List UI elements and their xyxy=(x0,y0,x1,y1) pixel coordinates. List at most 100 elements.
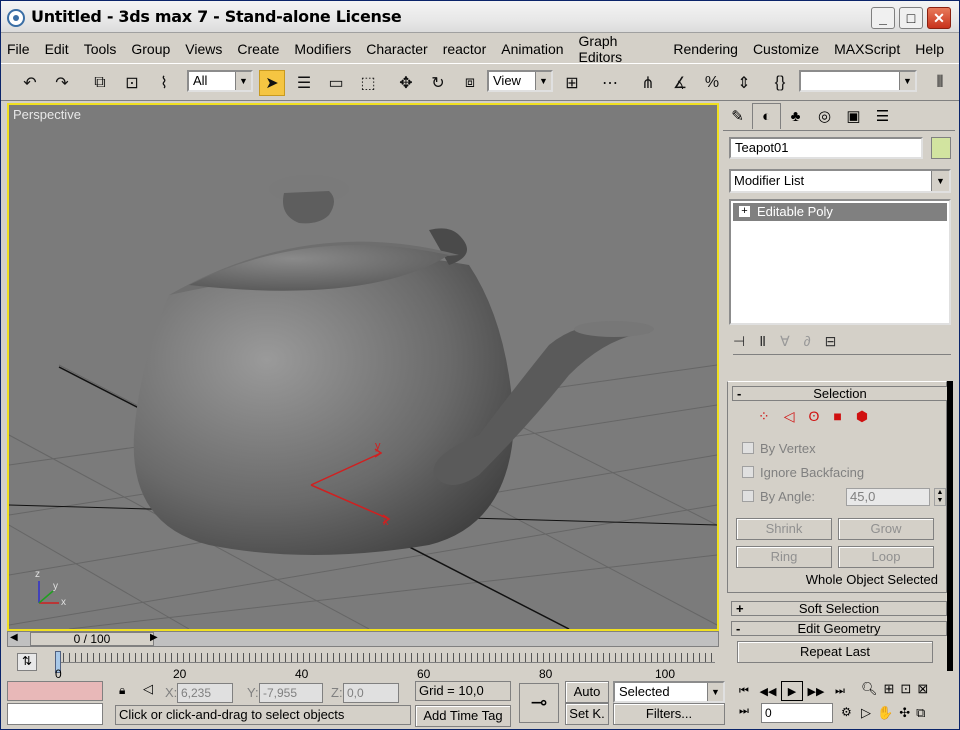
go-to-start-icon[interactable]: ⏮ xyxy=(733,681,755,701)
menu-tools[interactable]: Tools xyxy=(84,41,117,57)
by-angle-checkbox[interactable]: By Angle: 45,0 ▲ ▼ xyxy=(742,488,948,506)
edit-named-selections-icon[interactable]: {} xyxy=(767,70,793,96)
unlink-selection-icon[interactable]: ⊡ xyxy=(119,70,145,96)
selection-lock-icon[interactable]: 🔒︎ xyxy=(119,683,125,698)
snaps-toggle-icon[interactable]: ⋔ xyxy=(635,70,661,96)
select-object-icon[interactable]: ➤ xyxy=(259,70,285,96)
spinner-snap-icon[interactable]: ⇕ xyxy=(731,70,757,96)
select-by-name-icon[interactable]: ☰ xyxy=(291,70,317,96)
zoom-icon[interactable]: 🔍︎ xyxy=(861,681,878,697)
make-unique-icon[interactable]: ∀ xyxy=(780,333,790,354)
grow-button[interactable]: Grow xyxy=(838,518,934,540)
utilities-tab-icon[interactable]: ☰ xyxy=(868,103,897,129)
perspective-viewport[interactable]: y x z x y Perspective xyxy=(7,103,719,631)
pan-icon[interactable]: ✋ xyxy=(877,705,893,721)
z-coord-field[interactable]: 0,0 xyxy=(343,683,399,703)
vertex-mode-icon[interactable]: ⁘ xyxy=(758,408,770,425)
menu-animation[interactable]: Animation xyxy=(501,41,563,57)
time-slider-left-icon[interactable]: ◀ xyxy=(10,632,18,643)
select-and-rotate-icon[interactable]: ↻ xyxy=(425,70,451,96)
named-selection-sets-dropdown[interactable]: ▼ xyxy=(799,70,917,92)
undo-icon[interactable]: ↶ xyxy=(17,70,43,96)
key-filters-button[interactable]: Filters... xyxy=(613,703,725,725)
ignore-backfacing-checkbox[interactable]: Ignore Backfacing xyxy=(742,464,864,480)
maximize-viewport-icon[interactable]: ⧉ xyxy=(916,705,925,721)
polygon-mode-icon[interactable]: ■ xyxy=(833,408,841,425)
remove-modifier-icon[interactable]: ∂ xyxy=(804,333,811,354)
soft-selection-rollout-header[interactable]: + Soft Selection xyxy=(731,601,947,616)
zoom-extents-icon[interactable]: ⊡ xyxy=(900,681,911,697)
loop-button[interactable]: Loop xyxy=(838,546,934,568)
go-to-end-icon[interactable]: ⏭ xyxy=(829,681,851,701)
modifier-list-dropdown[interactable]: Modifier List ▼ xyxy=(729,169,951,193)
zoom-extents-all-icon[interactable]: ⊠ xyxy=(917,681,928,697)
select-and-move-icon[interactable]: ✥ xyxy=(393,70,419,96)
set-key-button[interactable]: Set K. xyxy=(565,703,609,725)
menu-graph-editors[interactable]: Graph Editors xyxy=(579,33,659,65)
object-name-field[interactable]: Teapot01 xyxy=(729,137,923,159)
minimize-button[interactable]: _ xyxy=(871,7,895,29)
stack-item-editable-poly[interactable]: Editable Poly xyxy=(733,203,947,221)
border-mode-icon[interactable]: ʘ xyxy=(809,408,820,425)
select-and-link-icon[interactable]: ⧉ xyxy=(87,70,113,96)
command-panel-scrollbar[interactable] xyxy=(947,381,953,671)
reference-coordinate-dropdown[interactable]: View ▼ xyxy=(487,70,553,92)
maxscript-listener-mini[interactable] xyxy=(7,681,103,701)
menu-reactor[interactable]: reactor xyxy=(443,41,487,57)
show-end-result-icon[interactable]: Ⅱ xyxy=(759,333,766,354)
ring-button[interactable]: Ring xyxy=(736,546,832,568)
close-button[interactable]: ✕ xyxy=(927,7,951,29)
repeat-last-button[interactable]: Repeat Last xyxy=(737,641,933,663)
object-color-swatch[interactable] xyxy=(931,137,951,159)
menu-views[interactable]: Views xyxy=(185,41,222,57)
percent-snap-icon[interactable]: % xyxy=(699,70,725,96)
element-mode-icon[interactable]: ⬢ xyxy=(856,408,868,425)
menu-file[interactable]: File xyxy=(7,41,30,57)
app-icon[interactable] xyxy=(7,9,25,27)
window-crossing-icon[interactable]: ⬚ xyxy=(355,70,381,96)
create-tab-icon[interactable]: ✎ xyxy=(723,103,752,129)
spinner-arrows-icon[interactable]: ▲ ▼ xyxy=(934,488,946,506)
menu-customize[interactable]: Customize xyxy=(753,41,819,57)
open-mini-curve-editor-icon[interactable]: ⇅ xyxy=(17,653,37,671)
add-time-tag-button[interactable]: Add Time Tag xyxy=(415,705,511,727)
menu-character[interactable]: Character xyxy=(366,41,427,57)
edit-geometry-rollout-header[interactable]: - Edit Geometry xyxy=(731,621,947,636)
key-filter-dropdown[interactable]: Selected ▼ xyxy=(613,681,725,703)
mirror-icon[interactable]: ⫴ xyxy=(927,70,953,96)
time-slider-right-icon[interactable]: ▶ xyxy=(150,632,158,643)
maxscript-input-mini[interactable] xyxy=(7,703,103,725)
previous-frame-icon[interactable]: ◀︎◀︎ xyxy=(757,681,779,701)
pin-stack-icon[interactable]: ⊣ xyxy=(733,333,745,354)
zoom-all-icon[interactable]: ⊞ xyxy=(884,681,895,697)
shrink-button[interactable]: Shrink xyxy=(736,518,832,540)
menu-rendering[interactable]: Rendering xyxy=(673,41,738,57)
x-coord-field[interactable]: 6,235 xyxy=(177,683,233,703)
pivot-center-icon[interactable]: ⊞ xyxy=(559,70,585,96)
menu-help[interactable]: Help xyxy=(915,41,944,57)
teapot-body[interactable] xyxy=(133,255,514,555)
menu-modifiers[interactable]: Modifiers xyxy=(294,41,351,57)
viewport-label[interactable]: Perspective xyxy=(13,107,81,122)
y-coord-field[interactable]: -7,955 xyxy=(259,683,323,703)
configure-modifier-sets-icon[interactable]: ⊟ xyxy=(825,333,837,354)
selection-filter-dropdown[interactable]: All ▼ xyxy=(187,70,253,92)
time-configuration-icon[interactable]: ⚙ xyxy=(841,705,852,719)
absolute-mode-icon[interactable]: ◁ xyxy=(143,681,153,697)
title-bar[interactable]: Untitled - 3ds max 7 - Stand-alone Licen… xyxy=(1,1,959,33)
field-of-view-icon[interactable]: ▷ xyxy=(861,705,871,721)
menu-edit[interactable]: Edit xyxy=(45,41,69,57)
bind-to-space-warp-icon[interactable]: ⌇ xyxy=(151,70,177,96)
menu-group[interactable]: Group xyxy=(131,41,170,57)
modify-tab-icon[interactable]: ◐ xyxy=(752,103,781,129)
rectangular-selection-icon[interactable]: ▭ xyxy=(323,70,349,96)
by-angle-spinner[interactable]: 45,0 xyxy=(846,488,930,506)
set-key-icon[interactable]: ⊸ xyxy=(519,683,559,723)
select-and-scale-icon[interactable]: ⧈ xyxy=(457,70,483,96)
current-frame-field[interactable]: 0 xyxy=(761,703,833,723)
time-slider-thumb[interactable]: 0 / 100 xyxy=(30,632,154,646)
play-icon[interactable]: ▶ xyxy=(781,681,803,701)
redo-icon[interactable]: ↷ xyxy=(49,70,75,96)
key-mode-toggle-icon[interactable]: ⏭ xyxy=(739,705,749,718)
hierarchy-tab-icon[interactable]: ♣ xyxy=(781,103,810,129)
